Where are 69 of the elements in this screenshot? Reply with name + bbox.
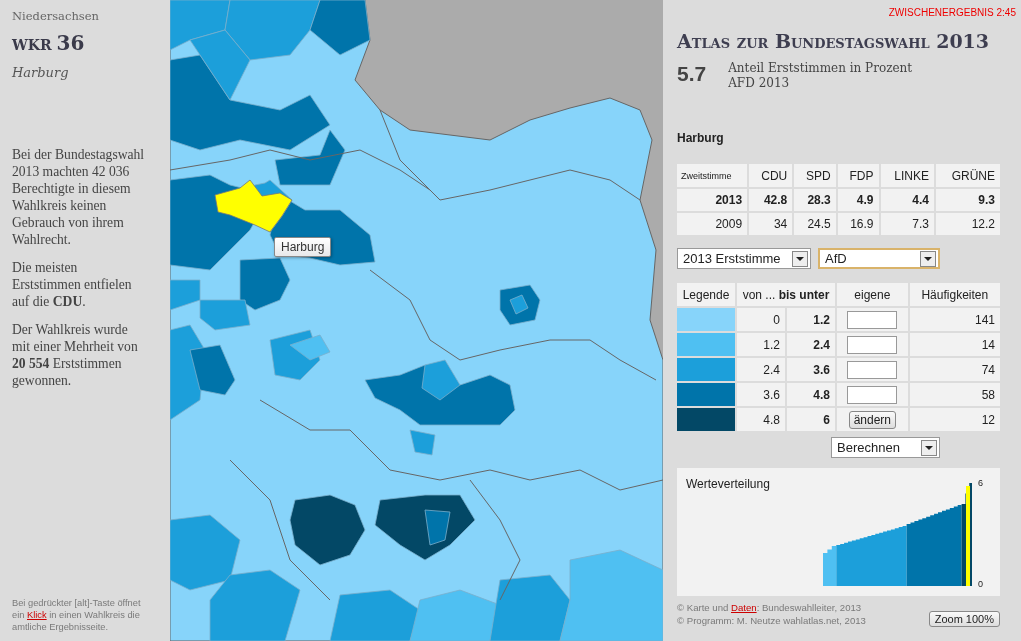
table-cell: 2009 xyxy=(677,213,748,235)
table-cell: 3.6 xyxy=(737,383,785,406)
table-cell: 2013 xyxy=(677,189,748,211)
click-link[interactable]: Klick xyxy=(27,610,47,620)
info-paragraph: Die meisten Erststimmen entfielen auf die CDU. xyxy=(12,259,133,310)
custom-value-input[interactable] xyxy=(847,385,898,404)
column-header: SPD xyxy=(794,164,836,187)
share-value: 5.7 xyxy=(677,62,707,86)
column-header: CDU xyxy=(749,164,793,187)
method-select[interactable]: Berechnen xyxy=(831,437,940,458)
table-cell: 4.9 xyxy=(837,189,879,211)
table-cell: 6 xyxy=(787,408,835,431)
table-cell: 4.4 xyxy=(880,189,935,211)
election-select[interactable]: 2013 Erststimme xyxy=(677,248,811,269)
table-cell: 2.4 xyxy=(787,333,835,356)
column-header: Legende xyxy=(677,283,735,306)
column-header: GRÜNE xyxy=(936,164,1000,187)
column-header: von ... bis unter xyxy=(737,283,835,306)
table-cell: 16.9 xyxy=(837,213,879,235)
share-label: Anteil Erststimmen in Prozent xyxy=(728,61,913,76)
table-cell: 3.6 xyxy=(787,358,835,381)
column-header: Häufigkeiten xyxy=(909,283,1000,306)
party-select[interactable]: AfD xyxy=(818,248,940,269)
table-cell: 141 xyxy=(909,308,1000,331)
district-name: Harburg xyxy=(677,131,725,145)
table-cell: 1.2 xyxy=(787,308,835,331)
table-cell: 7.3 xyxy=(880,213,935,235)
zoom-button[interactable]: Zoom 100% xyxy=(928,611,1000,627)
share-subtitle: AFD 2013 xyxy=(728,76,791,91)
hint-text: Bei gedrückter [alt]-Taste öffnet ein Klick in einen Wahlkreis die amtliche Ergebnisseite. xyxy=(12,597,142,633)
axis-min-label: 0 xyxy=(978,579,983,589)
constituency-number: 36 xyxy=(56,31,85,55)
apply-button[interactable]: ändern xyxy=(848,410,896,429)
table-cell: 14 xyxy=(909,333,1000,356)
custom-value-input[interactable] xyxy=(847,310,898,329)
status-label: ZWISCHENERGEBNIS 2:45 xyxy=(887,7,1016,18)
table-cell: 1.2 xyxy=(737,333,785,356)
district-name: Harburg xyxy=(12,65,70,80)
credit-text: © Karte und Daten: Bundeswahlleiter, 2013 xyxy=(677,602,863,615)
constituency-label: WKR xyxy=(12,37,52,53)
map-tooltip: Harburg xyxy=(274,237,332,257)
table-cell: 9.3 xyxy=(936,189,1000,211)
table-cell: 42.8 xyxy=(749,189,793,211)
column-header: LINKE xyxy=(880,164,935,187)
custom-value-input[interactable] xyxy=(847,360,898,379)
table-cell: 34 xyxy=(749,213,793,235)
chart-title: Werteverteilung xyxy=(686,477,770,491)
map-drawing[interactable] xyxy=(170,0,663,641)
data-link[interactable]: Daten xyxy=(731,602,757,613)
table-cell: 74 xyxy=(909,358,1000,381)
table-cell: 28.3 xyxy=(794,189,836,211)
credit-text: © Programm: M. Neutze wahlatlas.net, 2013 xyxy=(677,614,866,627)
axis-max-label: 6 xyxy=(978,478,983,488)
table-cell: 4.8 xyxy=(737,408,785,431)
table-cell: 4.8 xyxy=(787,383,835,406)
atlas-title: Atlas zur Bundestagswahl 2013 xyxy=(677,30,991,52)
table-cell: 12 xyxy=(909,408,1000,431)
info-paragraph: Der Wahlkreis wurde mit einer Mehrheit von 20 554 Erststimmen gewonnen. xyxy=(12,321,139,389)
state-name: Niedersachsen xyxy=(12,9,100,23)
table-cell: 0 xyxy=(737,308,785,331)
custom-value-input[interactable] xyxy=(847,335,898,354)
table-cell: 2.4 xyxy=(737,358,785,381)
table-cell: 58 xyxy=(909,383,1000,406)
column-header: Zweitstimme xyxy=(677,164,748,187)
table-cell: 12.2 xyxy=(936,213,1000,235)
column-header: FDP xyxy=(837,164,879,187)
info-paragraph: Bei der Bundestagswahl 2013 machten 42 036 Berechtigte in diesem Wahlkreis keinen Gebrauch von ihrem Wahlrecht. xyxy=(12,146,146,248)
column-header: eigene xyxy=(837,283,908,306)
table-cell: 24.5 xyxy=(794,213,836,235)
